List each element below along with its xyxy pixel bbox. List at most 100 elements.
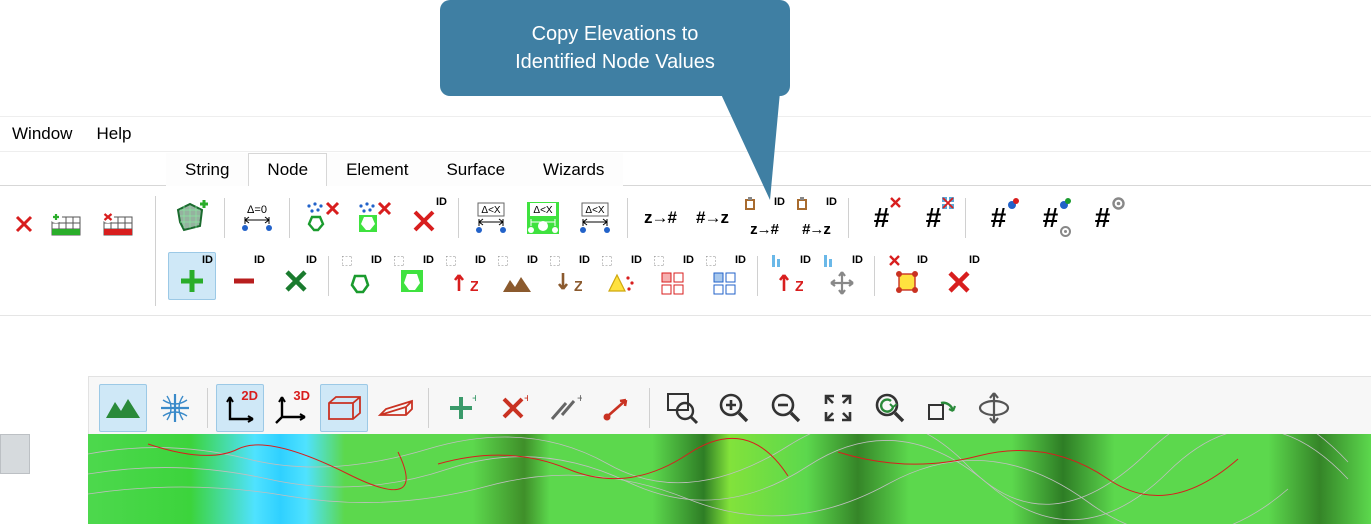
grid-add-button[interactable]: [47, 200, 87, 248]
left-panel-stub: [0, 434, 30, 474]
svg-text:+: +: [577, 393, 582, 405]
dots-hex-x-button[interactable]: [298, 194, 346, 242]
delta-zero-button[interactable]: Δ=0: [233, 194, 281, 242]
wedge-wire-icon: [376, 393, 416, 423]
zoom-window-button[interactable]: [658, 384, 706, 432]
add-polygon-button[interactable]: [168, 194, 216, 242]
delta-lt-x-b-button[interactable]: Δ<X: [571, 194, 619, 242]
zoom-in-button[interactable]: [710, 384, 758, 432]
x-icon: [890, 197, 901, 208]
center-cross-button[interactable]: [151, 384, 199, 432]
move-icon: [830, 271, 854, 295]
z-to-hash-button[interactable]: z→#: [636, 194, 684, 242]
hash-gear-button[interactable]: #: [1078, 194, 1126, 242]
terrain-icon: [503, 274, 531, 294]
highlight-box-icon: [894, 271, 920, 295]
delta-lt-x-icon: Δ<X: [577, 200, 613, 236]
svg-text:Z: Z: [470, 278, 478, 295]
id-delete-button[interactable]: ID: [402, 194, 450, 242]
hash-grid-button[interactable]: #: [909, 194, 957, 242]
plus-icon: [179, 268, 205, 294]
id-hex-button[interactable]: ID: [337, 252, 385, 300]
callout-tail-icon: [720, 92, 800, 202]
zoom-refresh-icon: [873, 391, 907, 425]
color-dots-icon: [1007, 197, 1020, 210]
tab-node[interactable]: Node: [248, 153, 327, 186]
menu-window[interactable]: Window: [0, 120, 84, 148]
menu-help[interactable]: Help: [84, 120, 143, 148]
ribbon-tab-strip: String Node Element Surface Wizards: [0, 150, 1371, 186]
dots-inverted-hex-x-icon: [356, 200, 392, 236]
bar-id-up-z-button[interactable]: ID Z: [766, 252, 814, 300]
tab-wizards[interactable]: Wizards: [524, 153, 623, 186]
dashed-select-icon: [498, 256, 508, 266]
delete-grid-red-button[interactable]: [13, 200, 35, 248]
svg-text:Δ=0: Δ=0: [247, 204, 267, 216]
box-wire-button[interactable]: [320, 384, 368, 432]
minus-icon: [231, 268, 257, 294]
id-region-grid-blue-button[interactable]: ID: [701, 252, 749, 300]
id-up-z-button[interactable]: ID Z: [441, 252, 489, 300]
hexagon-invert-icon: [400, 269, 426, 295]
grid-small-icon: [942, 197, 955, 210]
terrain-icon: [106, 396, 140, 420]
grid-remove-button[interactable]: [99, 200, 139, 248]
wedge-wire-button[interactable]: [372, 384, 420, 432]
hash-color-dot-button[interactable]: #: [974, 194, 1022, 242]
plus-green-button[interactable]: +: [437, 384, 485, 432]
id-add-button[interactable]: ID: [168, 252, 216, 300]
vector-button[interactable]: [593, 384, 641, 432]
id-minus-button[interactable]: ID: [220, 252, 268, 300]
dashed-select-icon: [654, 256, 664, 266]
line-plus-button[interactable]: +: [541, 384, 589, 432]
axis-2d-button[interactable]: 2D: [216, 384, 264, 432]
bar-id-move-button[interactable]: ID: [818, 252, 866, 300]
id-terrain-button[interactable]: ID: [493, 252, 541, 300]
id-x-red-button[interactable]: ID: [935, 252, 983, 300]
triangle-scatter-icon: [607, 271, 635, 295]
id-label: ID: [826, 196, 837, 208]
tab-surface[interactable]: Surface: [427, 153, 524, 186]
up-z-icon: Z: [452, 269, 478, 295]
line-plus-icon: +: [548, 393, 582, 423]
id-hex-invert-button[interactable]: ID: [389, 252, 437, 300]
ribbon-row-2: ID ID ID ID ID ID: [166, 252, 1365, 300]
hash-x-button[interactable]: #: [857, 194, 905, 242]
bar-icon: [824, 255, 834, 267]
orbit-button[interactable]: [970, 384, 1018, 432]
zoom-refresh-button[interactable]: [866, 384, 914, 432]
x-icon: [411, 208, 441, 238]
ribbon-node: Δ=0: [0, 186, 1371, 316]
id-scatter-button[interactable]: ID: [597, 252, 645, 300]
fit-screen-button[interactable]: [814, 384, 862, 432]
svg-text:Z: Z: [574, 278, 582, 295]
hash-color-gear-button[interactable]: #: [1026, 194, 1074, 242]
delta-lt-x-invert-button[interactable]: Δ<X: [519, 194, 567, 242]
tab-string[interactable]: String: [166, 153, 248, 186]
svg-text:Δ<X: Δ<X: [585, 205, 605, 216]
terrain-view-button[interactable]: [99, 384, 147, 432]
grid-add-icon: [50, 209, 84, 239]
zoom-out-button[interactable]: [762, 384, 810, 432]
svg-text:+: +: [524, 393, 528, 405]
x-red-plus-button[interactable]: +: [489, 384, 537, 432]
dots-inverted-hex-x-button[interactable]: [350, 194, 398, 242]
id-down-z-button[interactable]: ID Z: [545, 252, 593, 300]
tab-element[interactable]: Element: [327, 153, 427, 186]
callout-line2: Identified Node Values: [464, 48, 766, 76]
delta-lt-x-button[interactable]: Δ<X: [467, 194, 515, 242]
id-region-grid-button[interactable]: ID: [649, 252, 697, 300]
x-id-highlight-button[interactable]: ID: [883, 252, 931, 300]
grid-remove-icon: [102, 209, 136, 239]
orbit-icon: [977, 391, 1011, 425]
map-terrain-icon: [88, 434, 1371, 524]
plus-icon: +: [446, 393, 476, 423]
map-canvas[interactable]: [88, 434, 1371, 524]
vector-icon: [600, 393, 634, 423]
id-x-button[interactable]: ID: [272, 252, 320, 300]
gear-icon: [1112, 197, 1125, 210]
rotate-selection-button[interactable]: [918, 384, 966, 432]
axis-3d-button[interactable]: 3D: [268, 384, 316, 432]
dashed-select-icon: [602, 256, 612, 266]
svg-text:Δ<X: Δ<X: [533, 205, 553, 216]
